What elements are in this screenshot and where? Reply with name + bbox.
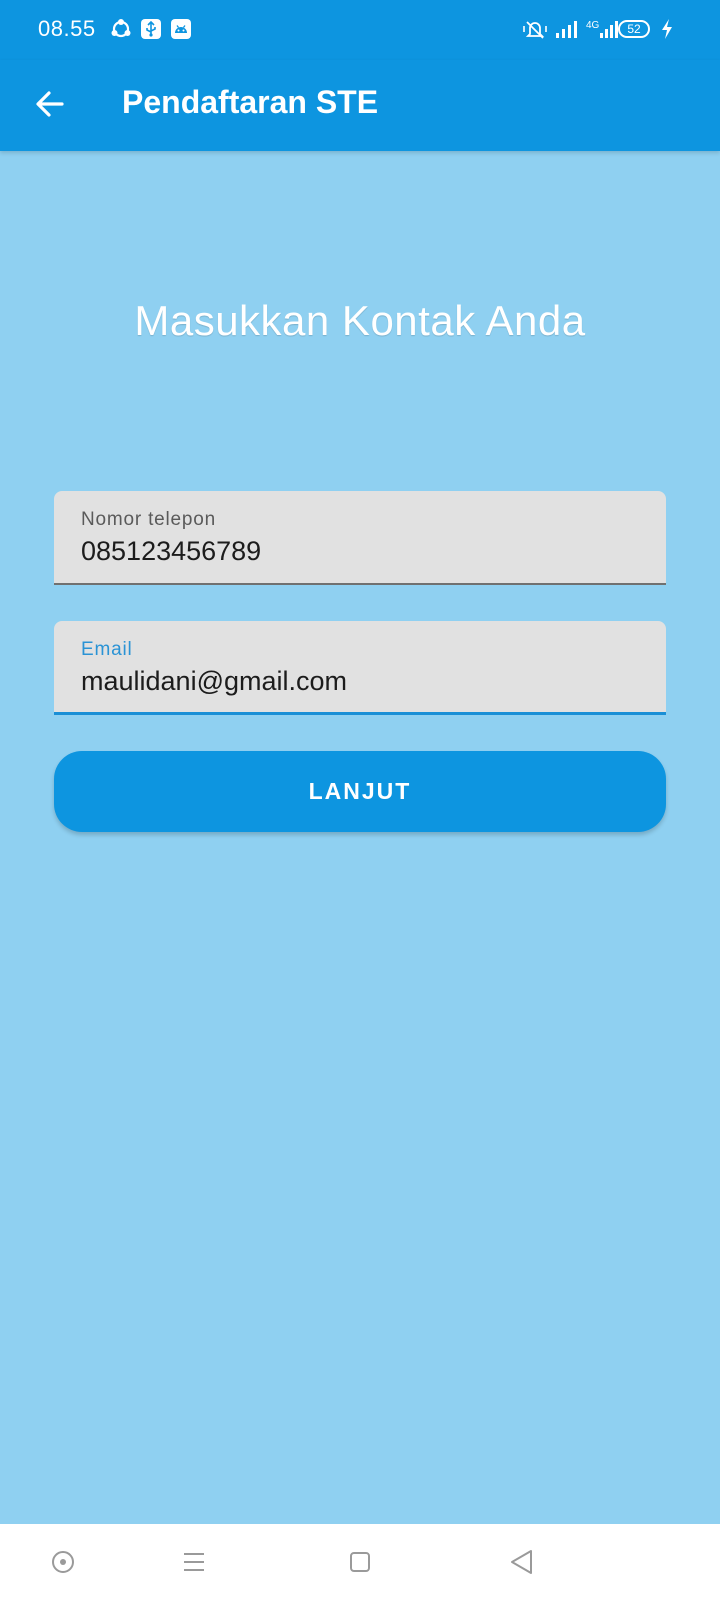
signal-icon <box>554 18 577 40</box>
charging-icon <box>660 18 682 40</box>
assistant-icon <box>52 1551 74 1573</box>
arrow-left-icon <box>36 91 64 117</box>
usb-icon <box>140 18 162 40</box>
back-button[interactable] <box>26 80 74 128</box>
back-triangle-icon <box>511 1550 532 1574</box>
home-icon <box>350 1552 370 1572</box>
page-title: Pendaftaran STE <box>122 84 379 120</box>
app-bar: Pendaftaran STE <box>0 60 720 151</box>
vibrate-silent-icon <box>522 18 547 40</box>
phone-field-label: Nomor telepon <box>81 509 217 530</box>
phone-field[interactable]: Nomor telepon <box>54 491 666 585</box>
assistant-button[interactable] <box>43 1542 83 1582</box>
email-field-label: Email <box>81 639 133 660</box>
4g-signal-icon: 4G <box>586 18 618 40</box>
share-icon <box>110 18 132 40</box>
email-field[interactable]: Email <box>54 621 666 715</box>
phone-input[interactable] <box>81 536 631 567</box>
menu-button[interactable] <box>174 1542 214 1582</box>
battery-icon: 52 <box>618 20 650 38</box>
menu-icon <box>184 1553 204 1571</box>
home-button[interactable] <box>340 1542 380 1582</box>
android-icon <box>170 18 192 40</box>
system-status-icons: 4G 52 <box>522 18 682 40</box>
continue-button[interactable]: LANJUT <box>54 751 666 832</box>
svg-text:4G: 4G <box>586 20 600 31</box>
nav-back-button[interactable] <box>502 1542 542 1582</box>
notification-icons <box>110 18 192 40</box>
email-input[interactable] <box>81 666 631 697</box>
status-time: 08.55 <box>38 16 96 41</box>
status-bar: 08.55 4G 52 <box>0 0 720 60</box>
section-heading: Masukkan Kontak Anda <box>134 297 586 344</box>
navigation-bar <box>0 1524 720 1600</box>
